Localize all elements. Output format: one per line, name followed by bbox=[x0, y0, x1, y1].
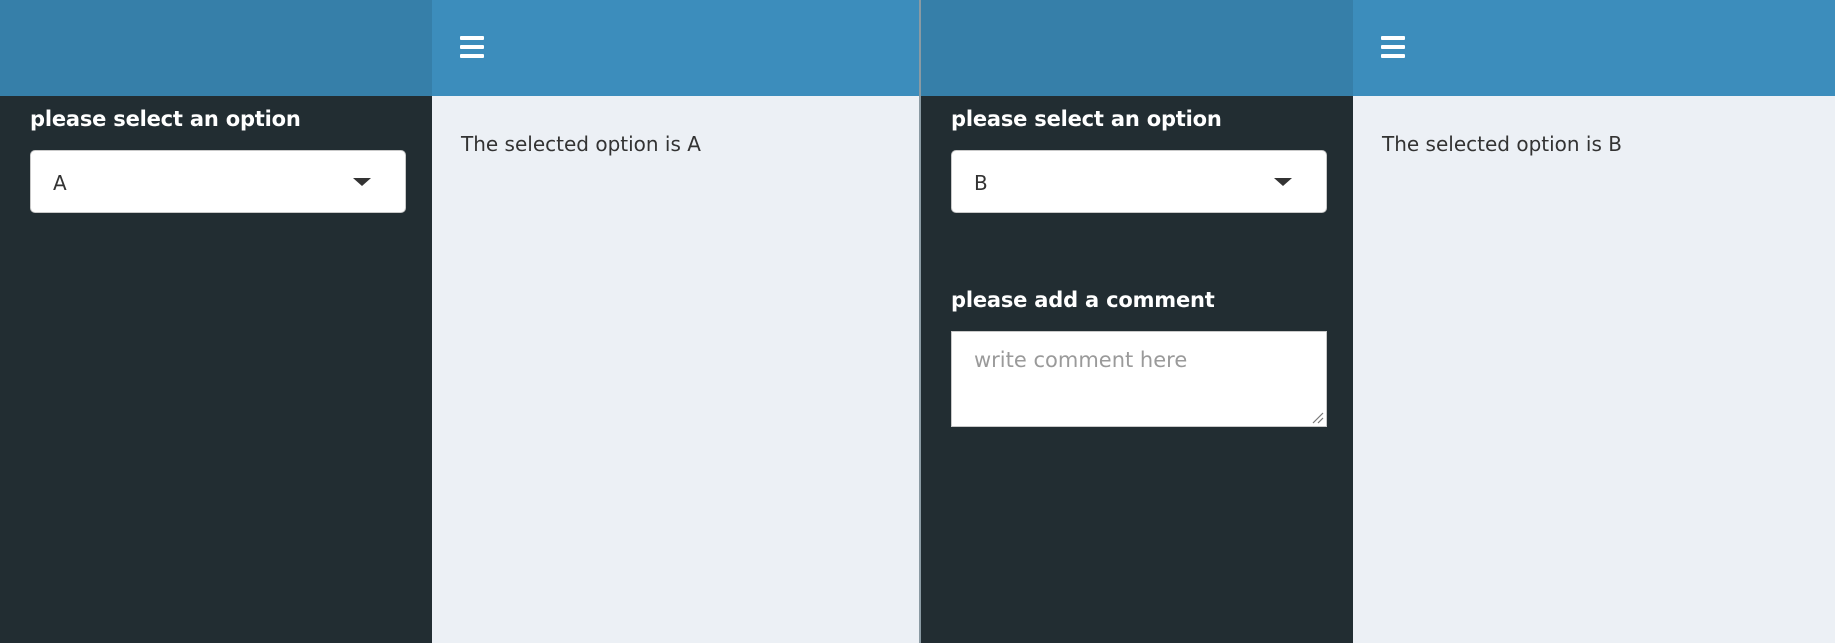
chevron-down-icon bbox=[1274, 178, 1292, 186]
selected-option-output: The selected option is B bbox=[1382, 132, 1622, 156]
comment-label: please add a comment bbox=[951, 288, 1215, 312]
hamburger-line bbox=[460, 36, 484, 40]
hamburger-line bbox=[460, 45, 484, 49]
comment-field-wrapper bbox=[951, 331, 1327, 427]
main-header bbox=[0, 0, 919, 96]
resize-handle-icon[interactable] bbox=[1310, 410, 1324, 424]
option-select[interactable]: A bbox=[30, 150, 406, 213]
header-logo-area bbox=[921, 0, 1353, 96]
hamburger-line bbox=[1381, 54, 1405, 58]
select-label: please select an option bbox=[30, 107, 301, 131]
select-label: please select an option bbox=[951, 107, 1222, 131]
comment-textarea[interactable] bbox=[952, 332, 1326, 426]
hamburger-line bbox=[1381, 45, 1405, 49]
option-select[interactable]: B bbox=[951, 150, 1327, 213]
selected-option-output: The selected option is A bbox=[461, 132, 701, 156]
hamburger-menu-icon[interactable] bbox=[460, 36, 484, 58]
dashboard-app-right: please select an option B please add a c… bbox=[921, 0, 1835, 643]
main-header bbox=[921, 0, 1835, 96]
content-area: The selected option is B bbox=[1353, 96, 1835, 643]
dashboard-app-left: please select an option A The selected o… bbox=[0, 0, 919, 643]
sidebar: please select an option A bbox=[0, 96, 432, 643]
select-value: A bbox=[53, 171, 67, 195]
sidebar: please select an option B please add a c… bbox=[921, 96, 1353, 643]
header-navbar bbox=[1353, 0, 1835, 96]
header-logo-area bbox=[0, 0, 432, 96]
header-navbar bbox=[432, 0, 919, 96]
screenshot-panels: please select an option A The selected o… bbox=[0, 0, 1835, 643]
content-area: The selected option is A bbox=[432, 96, 919, 643]
hamburger-line bbox=[460, 54, 484, 58]
hamburger-line bbox=[1381, 36, 1405, 40]
select-value: B bbox=[974, 171, 988, 195]
chevron-down-icon bbox=[353, 178, 371, 186]
hamburger-menu-icon[interactable] bbox=[1381, 36, 1405, 58]
